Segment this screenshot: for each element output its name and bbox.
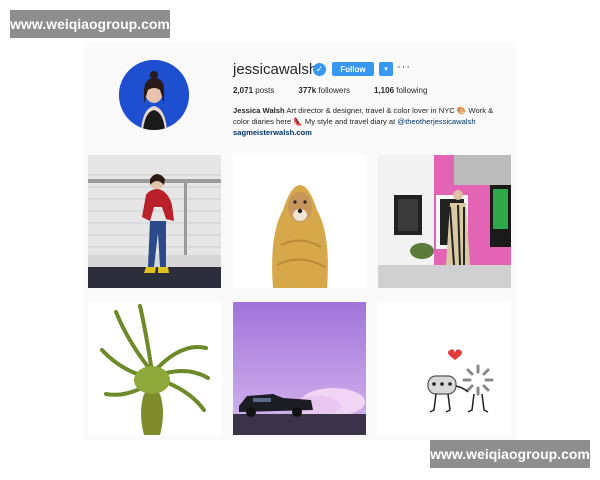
avatar[interactable]: [119, 60, 189, 130]
posts-count: 2,071: [233, 86, 254, 95]
following-stat[interactable]: 1,106 following: [374, 86, 427, 95]
post-tile-4[interactable]: [88, 302, 221, 435]
post-tile-6[interactable]: [378, 302, 511, 435]
post-image-6: [378, 302, 511, 435]
followers-count: 377k: [298, 86, 317, 95]
watermark-top: www.weiqiaogroup.com: [10, 10, 170, 38]
post-image-5: [233, 302, 366, 435]
post-image-1: [88, 155, 221, 288]
bio-mention-link[interactable]: @theotherjessicawalsh: [397, 117, 475, 126]
profile-stats: 2,071 posts 377k followers 1,106 followi…: [233, 86, 427, 95]
verified-badge-icon: ✓: [313, 63, 326, 76]
post-image-2: [233, 155, 366, 288]
watermark-bottom: www.weiqiaogroup.com: [430, 440, 590, 468]
profile-username: jessicawalsh: [233, 61, 318, 78]
following-count: 1,106: [374, 86, 395, 95]
post-tile-2[interactable]: [233, 155, 366, 288]
posts-stat: 2,071 posts: [233, 86, 274, 95]
post-image-3: [378, 155, 511, 288]
post-tile-3[interactable]: [378, 155, 511, 288]
bio-name: Jessica Walsh: [233, 106, 285, 115]
post-tile-5[interactable]: [233, 302, 366, 435]
followers-label: followers: [318, 86, 350, 95]
avatar-photo: [119, 60, 189, 130]
post-image-4: [88, 302, 221, 435]
suggestions-dropdown-button[interactable]: ▾: [379, 62, 393, 76]
more-options-icon[interactable]: ···: [397, 61, 411, 73]
post-tile-1[interactable]: [88, 155, 221, 288]
followers-stat[interactable]: 377k followers: [298, 86, 350, 95]
following-label: following: [396, 86, 428, 95]
profile-bio: Jessica Walsh Art director & designer, t…: [233, 105, 503, 138]
posts-label: posts: [255, 86, 275, 95]
bio-website-link[interactable]: sagmeisterwalsh.com: [233, 127, 503, 138]
follow-button[interactable]: Follow: [332, 62, 374, 76]
